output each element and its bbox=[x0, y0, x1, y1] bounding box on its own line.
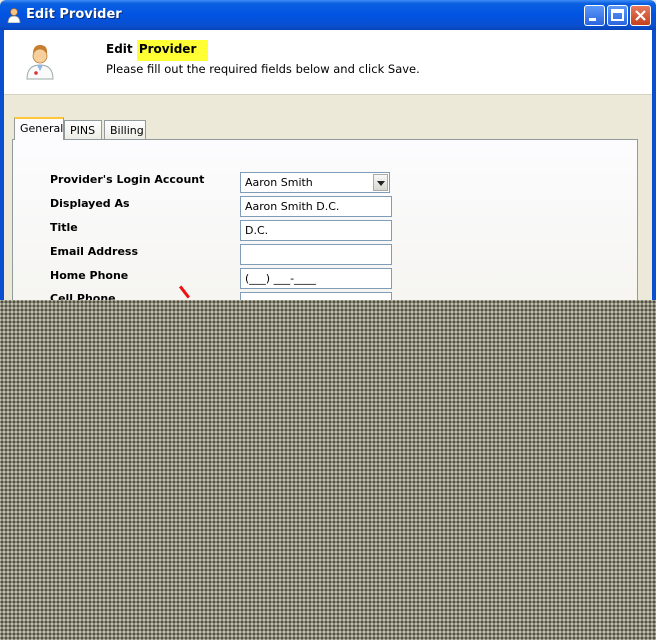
obscured-region bbox=[0, 300, 656, 640]
login-account-label: Provider's Login Account bbox=[50, 173, 205, 186]
provider-icon bbox=[7, 8, 21, 23]
home-phone-label: Home Phone bbox=[50, 269, 129, 282]
header-instructions: Please fill out the required fields belo… bbox=[106, 62, 420, 76]
title-input[interactable]: D.C. bbox=[240, 220, 392, 241]
tab-general[interactable]: General bbox=[14, 117, 64, 140]
email-address-label: Email Address bbox=[50, 245, 139, 258]
tab-pins[interactable]: PINS bbox=[64, 120, 102, 140]
title-label: Title bbox=[50, 221, 78, 234]
header-edit-word: Edit bbox=[106, 42, 133, 56]
header-highlight-word: Provider bbox=[136, 40, 209, 61]
dialog-header: Edit Provider Please fill out the requir… bbox=[4, 30, 652, 95]
title-bar[interactable]: Edit Provider bbox=[0, 0, 656, 30]
login-account-value: Aaron Smith bbox=[245, 176, 313, 189]
window-title: Edit Provider bbox=[26, 7, 122, 22]
tab-billing[interactable]: Billing bbox=[104, 120, 146, 140]
chevron-down-icon[interactable] bbox=[373, 174, 388, 191]
edit-provider-window: Edit Provider Edit Provider Please fill … bbox=[0, 0, 656, 300]
minimize-button[interactable] bbox=[584, 5, 605, 26]
provider-avatar-icon bbox=[26, 45, 54, 80]
close-icon bbox=[635, 10, 646, 21]
email-address-input[interactable] bbox=[240, 244, 392, 265]
header-title: Edit Provider bbox=[106, 40, 209, 61]
cell-phone-label: Cell Phone bbox=[50, 292, 116, 300]
displayed-as-label: Displayed As bbox=[50, 197, 130, 210]
home-phone-input[interactable]: (___) ___-____ bbox=[240, 268, 392, 289]
login-account-select[interactable]: Aaron Smith bbox=[240, 172, 390, 193]
maximize-icon bbox=[611, 9, 624, 21]
window-frame-right bbox=[652, 30, 656, 300]
cell-phone-input[interactable] bbox=[240, 292, 392, 300]
close-button[interactable] bbox=[630, 5, 651, 26]
maximize-button[interactable] bbox=[607, 5, 628, 26]
minimize-icon bbox=[589, 18, 596, 21]
displayed-as-input[interactable]: Aaron Smith D.C. bbox=[240, 196, 392, 217]
